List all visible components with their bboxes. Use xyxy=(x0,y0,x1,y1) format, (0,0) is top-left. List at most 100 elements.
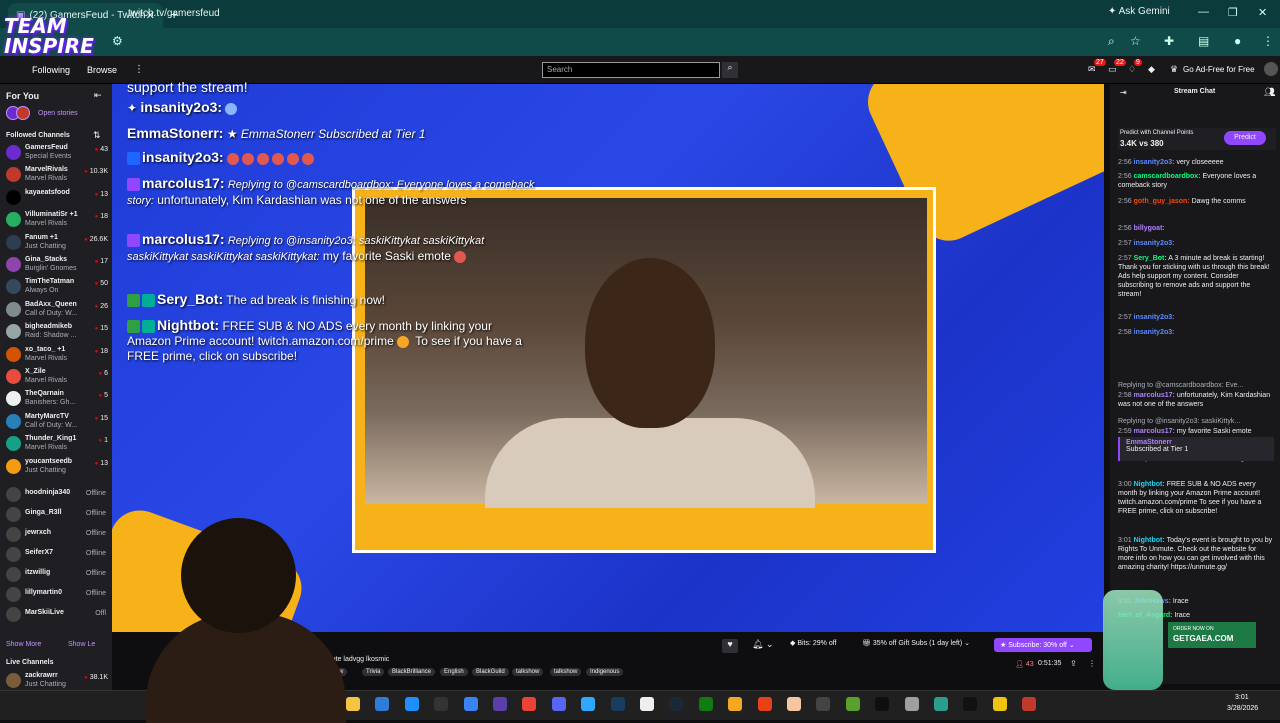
taskbar-app-icon[interactable] xyxy=(787,697,801,711)
extensions-icon[interactable]: ✚ xyxy=(1164,34,1174,48)
sidebar-item-channel[interactable]: kayaeatsfood 13 xyxy=(0,187,112,209)
stream-tag[interactable]: Trivia xyxy=(362,668,385,676)
go-ad-free-button[interactable]: Go Ad-Free for Free xyxy=(1183,65,1255,74)
sort-icon[interactable]: ⇅ xyxy=(93,130,101,141)
taskbar-app-icon[interactable] xyxy=(434,697,449,711)
more-options-icon[interactable]: ⋮ xyxy=(134,64,144,75)
taskbar-app-icon[interactable] xyxy=(757,697,772,711)
stories-avatars[interactable] xyxy=(6,106,34,122)
sidebar-item-live[interactable]: zackrawrr Just Chatting 38.1K xyxy=(0,670,112,692)
chat-username[interactable]: marcolus17: xyxy=(1134,428,1175,435)
sidebar-item-channel[interactable]: Gina_Stacks Burglin' Gnomes 17 xyxy=(0,254,112,276)
taskbar-app-icon[interactable] xyxy=(375,697,390,711)
stream-tag[interactable]: BlackGuild xyxy=(472,668,509,676)
stream-tag[interactable]: BlackBrilliance xyxy=(388,668,436,676)
taskbar-app-icon[interactable] xyxy=(669,697,684,711)
stream-tag[interactable]: talkshow xyxy=(512,668,544,676)
search-icon[interactable]: ⌕ xyxy=(722,62,738,78)
restore-icon[interactable]: ❐ xyxy=(1228,6,1238,19)
taskbar-app-icon[interactable] xyxy=(816,697,831,711)
taskbar-app-icon[interactable] xyxy=(1022,697,1037,711)
sidebar-item-offline[interactable]: Ginga_R3ll Offline xyxy=(0,504,112,526)
sidebar-item-offline[interactable]: itzwillig Offline xyxy=(0,564,112,586)
sidebar-item-channel[interactable]: GamersFeud Special Events 43 xyxy=(0,142,112,164)
taskbar-app-icon[interactable] xyxy=(934,697,948,711)
sidebar-item-offline[interactable]: hoodninja340 Offline xyxy=(0,484,112,506)
sidebar-item-channel[interactable]: Thunder_King1Marvel Rivals 1 xyxy=(0,433,112,455)
show-more-link[interactable]: Show More xyxy=(6,641,41,648)
search-input[interactable]: Search xyxy=(542,62,720,78)
sidebar-item-offline[interactable]: jewrxch Offline xyxy=(0,524,112,546)
chat-username[interactable]: insanity2o3: xyxy=(1134,329,1175,336)
chat-username[interactable]: Nightbot: xyxy=(1134,537,1165,544)
chat-username[interactable]: insanity2o3: xyxy=(1134,314,1175,321)
taskbar-app-icon[interactable] xyxy=(404,697,419,711)
crown-icon[interactable]: ♛ xyxy=(1170,64,1178,75)
chat-username[interactable]: goth_guy_jason: xyxy=(1134,198,1190,205)
sidepanel-icon[interactable]: ▤ xyxy=(1198,34,1209,48)
gift-subs-button[interactable]: 🎁︎ 35% off Gift Subs (1 day left) ⌄ xyxy=(862,639,970,647)
taskbar-app-icon[interactable] xyxy=(992,697,1007,711)
sidebar-item-offline[interactable]: MarSkiiLive Offl xyxy=(0,604,112,626)
community-icon[interactable]: 👥︎ xyxy=(1264,87,1275,98)
minimize-icon[interactable]: — xyxy=(1198,6,1209,18)
sidebar-item-channel[interactable]: xo_taco_ +1Marvel Rivals 18 xyxy=(0,344,112,366)
notifications-icon[interactable]: ♢ xyxy=(1128,64,1136,75)
sidebar-item-channel[interactable]: MarvelRivalsMarvel Rivals 10.3K xyxy=(0,164,112,186)
inbox-icon[interactable]: ✉ xyxy=(1088,64,1096,75)
more-options-icon[interactable]: ⋮ xyxy=(1088,659,1096,668)
sidebar-item-channel[interactable]: X_Zile Marvel Rivals 6 xyxy=(0,366,112,388)
sidebar-item-channel[interactable]: MartyMarcTVCall of Duty: W... 15 xyxy=(0,411,112,433)
chat-username[interactable]: insanity2o3: xyxy=(1134,240,1175,247)
bits-button[interactable]: ◆ Bits: 29% off xyxy=(790,639,837,647)
open-stories-link[interactable]: Open stories xyxy=(38,110,78,117)
sidebar-item-channel[interactable]: TheQarnainBanishers: Gh... 5 xyxy=(0,388,112,410)
taskbar-app-icon[interactable] xyxy=(845,697,860,711)
share-icon[interactable]: ⇪ xyxy=(1070,659,1077,668)
follow-heart-icon[interactable]: ♥ xyxy=(722,639,738,653)
sidebar-item-channel[interactable]: TimTheTatmanAlways On 50 xyxy=(0,276,112,298)
sidebar-item-channel[interactable]: BadAxx_QueenCall of Duty: W... 26 xyxy=(0,299,112,321)
sidebar-item-channel[interactable]: VilluminatiSr +1Marvel Rivals 18 xyxy=(0,209,112,231)
collapse-sidebar-icon[interactable]: ⇤ xyxy=(94,90,102,101)
subscribe-button[interactable]: ★ Subscribe: 30% off ⌄ xyxy=(994,638,1092,652)
sidebar-item-channel[interactable]: bigheadmikebRaid: Shadow ... 15 xyxy=(0,321,112,343)
predict-button[interactable]: Predict xyxy=(1224,131,1266,145)
taskbar-app-icon[interactable] xyxy=(963,697,978,711)
taskbar-app-icon[interactable] xyxy=(463,697,478,711)
stream-tag[interactable]: English xyxy=(440,668,468,676)
taskbar-app-icon[interactable] xyxy=(581,697,596,711)
sidebar-item-channel[interactable]: Fanum +1Just Chatting 26.6K xyxy=(0,232,112,254)
chat-username[interactable]: Nightbot: xyxy=(1134,481,1165,488)
taskbar-app-icon[interactable] xyxy=(551,697,566,711)
taskbar-app-icon[interactable] xyxy=(698,697,713,711)
show-less-link[interactable]: Show Le xyxy=(68,641,95,648)
menu-kebab-icon[interactable]: ⋮ xyxy=(1262,34,1274,48)
profile-avatar-icon[interactable]: ● xyxy=(1234,34,1241,48)
taskbar-app-icon[interactable] xyxy=(522,697,537,711)
chat-username[interactable]: Sery_Bot: xyxy=(1134,255,1167,262)
sidebar-item-offline[interactable]: SeiferX7 Offline xyxy=(0,544,112,566)
collapse-chat-icon[interactable]: ⇥ xyxy=(1120,88,1127,97)
bits-icon[interactable]: ◆ xyxy=(1148,64,1155,75)
taskbar-app-icon[interactable] xyxy=(904,697,919,711)
url-field[interactable]: twitch.tv/gamersfeud xyxy=(128,8,220,19)
taskbar-app-icon[interactable] xyxy=(640,697,654,711)
notification-bell-icon[interactable]: 🔔︎ ⌄ xyxy=(752,639,773,650)
sidebar-item-offline[interactable]: lillymartin0 Offline xyxy=(0,584,112,606)
chat-username[interactable]: camscardboardbox: xyxy=(1134,173,1201,180)
chat-username[interactable]: insanity2o3: xyxy=(1134,159,1175,166)
sidebar-item-channel[interactable]: youcantseedbJust Chatting 13 xyxy=(0,456,112,478)
taskbar-app-icon[interactable] xyxy=(728,697,743,711)
bookmark-star-icon[interactable]: ☆ xyxy=(1130,34,1141,48)
stream-tag[interactable]: talkshow xyxy=(550,668,582,676)
taskbar-app-icon[interactable] xyxy=(875,697,890,711)
user-avatar[interactable] xyxy=(1264,62,1278,76)
close-window-icon[interactable]: ✕ xyxy=(1258,6,1267,19)
taskbar-app-icon[interactable] xyxy=(610,697,625,711)
chat-username[interactable]: billygoat: xyxy=(1134,225,1165,232)
ask-gemini-button[interactable]: ✦ Ask Gemini xyxy=(1108,6,1170,17)
site-info-icon[interactable]: ⚙ xyxy=(112,34,123,48)
stream-tag[interactable]: Indigenous xyxy=(586,668,624,676)
chat-username[interactable]: marcolus17: xyxy=(1134,392,1175,399)
